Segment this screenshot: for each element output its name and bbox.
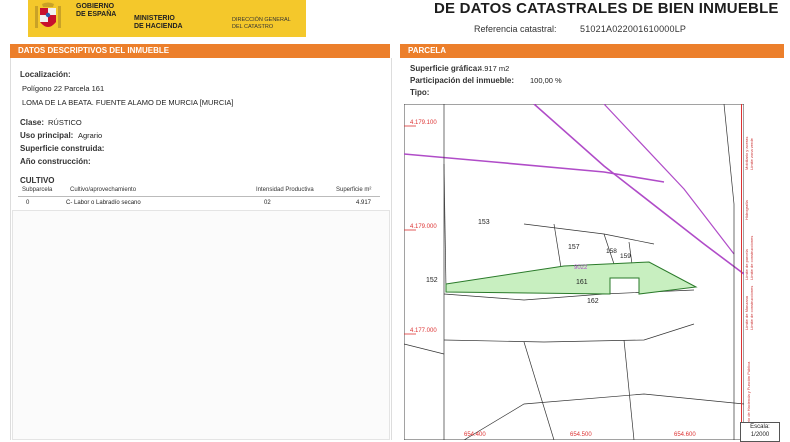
col-header-superficie: Superficie m² (336, 187, 372, 193)
document-title: DE DATOS CATASTRALES DE BIEN INMUEBLE (434, 0, 779, 17)
superficie-construida-label: Superficie construida: (20, 144, 105, 153)
row-superficie: 4.917 (356, 200, 372, 206)
col-header-subparcela: Subparcela (22, 187, 53, 193)
participacion-value: 100,00 % (530, 76, 562, 85)
ref-catastral-value: 51021A022001610000LP (580, 24, 687, 34)
localizacion-line2: LOMA DE LA BEATA. FUENTE ALAMO DE MURCIA… (22, 98, 234, 107)
scale-label: Escala: (750, 424, 770, 430)
section-header-parcela: PARCELA (400, 44, 784, 58)
parcel-label-152: 152 (426, 277, 438, 284)
x-coord-1: 654.400 (464, 432, 486, 438)
ano-construccion-label: Año construcción: (20, 157, 91, 166)
row-intensidad: 02 (264, 200, 271, 206)
section-header-datos: DATOS DESCRIPTIVOS DEL INMUEBLE (10, 44, 390, 58)
superficie-grafica-label: Superficie gráfica: (410, 64, 480, 73)
parcel-label-159: 159 (620, 253, 631, 260)
legend-item-4: Límite zona verde (749, 137, 754, 170)
x-coord-3: 654.600 (674, 432, 696, 438)
map-legend: Límite de parcela Límite de construccion… (744, 137, 754, 435)
col-header-intensidad: Intensidad Productiva (256, 187, 314, 193)
parcel-label-162: 162 (587, 298, 599, 305)
cultivo-table-body (12, 210, 390, 440)
cultivo-title: CULTIVO (20, 176, 55, 185)
row-subparcela: 0 (26, 200, 30, 206)
table-divider (18, 196, 380, 197)
parcel-label-9022: 9022 (574, 265, 588, 271)
clase-label: Clase: (20, 118, 45, 127)
superficie-grafica-value: 4.917 m2 (478, 64, 510, 73)
scale-value: 1/2000 (750, 432, 770, 438)
legend-item-7: Límite de construcciones (749, 286, 754, 330)
legend-item-2: Límite de construcciones (749, 236, 754, 280)
uso-label: Uso principal: (20, 131, 74, 140)
participacion-label: Participación del inmueble: (410, 76, 515, 85)
cadastral-map[interactable]: 153 157 158 159 152 9022 161 162 4.179.1… (404, 104, 744, 440)
y-coord-2: 4.179.000 (410, 224, 437, 230)
localizacion-line1: Polígono 22 Parcela 161 (22, 84, 105, 93)
col-header-cultivo: Cultivo/aprovechamiento (70, 187, 137, 193)
legend-item-5: Hidrografía (744, 199, 749, 220)
parcel-label-158: 158 (606, 248, 617, 255)
parcel-label-153: 153 (478, 219, 490, 226)
y-coord-1: 4.179.100 (410, 120, 437, 126)
y-coord-3: 4.177.000 (410, 328, 437, 334)
row-cultivo: C- Labor o Labradío secano (66, 200, 141, 206)
parcel-label-157: 157 (568, 244, 580, 251)
uso-value: Agrario (78, 131, 103, 140)
map-right-border (741, 104, 742, 440)
coat-of-arms-icon (35, 2, 61, 28)
direccion-label: DIRECCIÓN GENERAL DEL CATASTRO (232, 17, 291, 30)
tipo-label: Tipo: (410, 88, 430, 97)
ministerio-label: MINISTERIO DE HACIENDA (134, 15, 183, 30)
parcel-label-161: 161 (576, 279, 588, 286)
ref-catastral-label: Referencia catastral: (474, 24, 557, 34)
localizacion-label: Localización: (20, 70, 71, 79)
scale-box: Escala: 1/2000 (740, 422, 780, 442)
clase-value: RÚSTICO (48, 118, 82, 127)
x-coord-2: 654.500 (570, 432, 592, 438)
gobierno-label: GOBIERNO DE ESPAÑA (76, 3, 117, 18)
